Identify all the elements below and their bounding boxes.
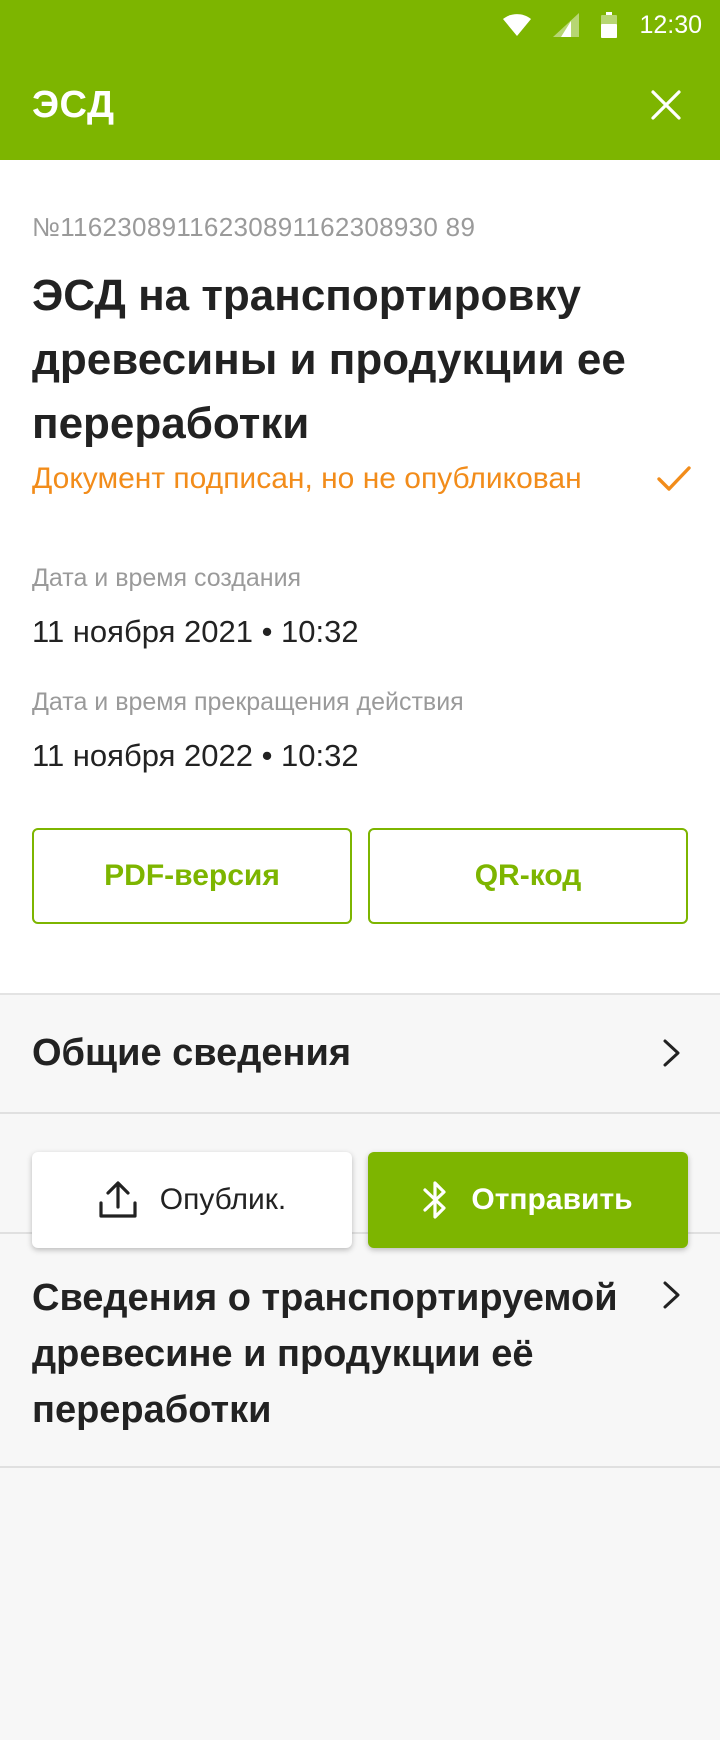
document-status: Документ подписан, но не опубликован — [32, 462, 692, 496]
document-status-text: Документ подписан, но не опубликован — [32, 462, 582, 495]
status-time: 12:30 — [639, 10, 702, 39]
top-bar: 12:30 ЭСД — [0, 0, 720, 160]
page-title: ЭСД — [32, 83, 115, 126]
checkmark-icon — [657, 466, 691, 491]
send-button-label: Отправить — [471, 1183, 633, 1216]
wifi-icon — [503, 14, 532, 36]
created-value: 11 ноября 2021 • 10:32 — [32, 614, 359, 649]
section-title: Общие сведения — [32, 1032, 352, 1074]
expires-label: Дата и время прекращения действия — [32, 688, 464, 716]
publish-button[interactable]: Опублик. — [32, 1152, 352, 1248]
signal-icon — [553, 13, 580, 37]
action-buttons: Опублик. Отправить — [0, 1152, 720, 1248]
status-bar: 12:30 — [0, 0, 720, 50]
battery-icon — [601, 12, 618, 38]
section-general-info[interactable]: Общие сведения — [0, 996, 720, 1114]
expires-value: 11 ноября 2022 • 10:32 — [32, 738, 359, 773]
send-button[interactable]: Отправить — [368, 1152, 688, 1248]
chevron-right-icon — [663, 1039, 680, 1067]
close-icon — [651, 90, 681, 120]
chevron-right-icon — [663, 1281, 680, 1309]
created-label: Дата и время создания — [32, 564, 302, 592]
document-number: №11623089116230891162308930 89 — [32, 212, 476, 242]
pdf-version-button[interactable]: PDF-версия — [32, 828, 352, 924]
document-title: ЭСД на транспортировку древесины и проду… — [32, 271, 626, 448]
publish-button-label: Опублик. — [159, 1183, 287, 1216]
section-title: Сведения о транспортируемой древесине и … — [32, 1277, 618, 1431]
upload-icon — [99, 1181, 137, 1218]
section-transported-wood[interactable]: Сведения о транспортируемой древесине и … — [0, 1236, 720, 1468]
document-card: №11623089116230891162308930 89 ЭСД на тр… — [0, 160, 720, 995]
qr-code-button[interactable]: QR-код — [368, 828, 688, 924]
close-button[interactable] — [644, 83, 688, 127]
bluetooth-icon — [423, 1181, 447, 1219]
app-bar: ЭСД — [0, 70, 720, 140]
